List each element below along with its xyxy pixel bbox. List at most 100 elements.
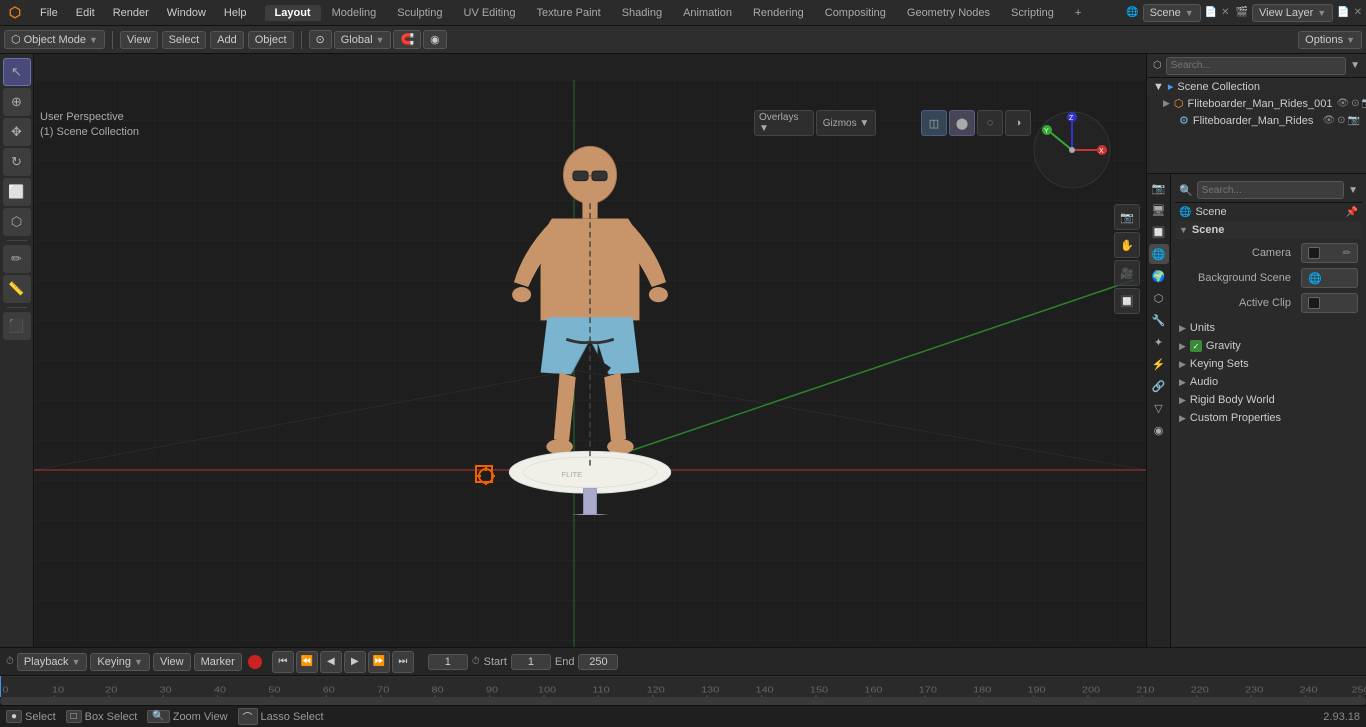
overlay-btn[interactable]: Overlays ▼ [754,110,814,136]
new-view-layer-btn[interactable]: 📄 [1337,7,1349,18]
menu-help[interactable]: Help [216,5,255,21]
props-view-layer-icon[interactable]: 🔲 [1149,222,1169,242]
tool-select[interactable]: ↖ [3,58,31,86]
options-btn[interactable]: Options ▼ [1298,31,1362,49]
delete-scene-btn[interactable]: ✕ [1221,7,1229,18]
tool-add[interactable]: ⬛ [3,312,31,340]
props-data-icon[interactable]: ▽ [1149,398,1169,418]
view-menu[interactable]: View [120,31,158,49]
transform-space[interactable]: Global ▼ [334,31,392,49]
start-frame-input[interactable] [511,654,551,670]
camera-value[interactable]: ✏ [1301,243,1358,263]
render-preview-btn[interactable]: 🔲 [1114,288,1140,314]
props-render-icon[interactable]: 📷 [1149,178,1169,198]
props-material-icon[interactable]: ◉ [1149,420,1169,440]
viewport[interactable]: User Perspective (1) Scene Collection [34,54,1146,647]
outliner-filter-icon[interactable]: ▼ [1350,60,1360,71]
props-scene-icon[interactable]: 🌐 [1149,244,1169,264]
menu-render[interactable]: Render [105,5,157,21]
tab-uv-editing[interactable]: UV Editing [454,5,526,21]
mode-selector[interactable]: ⬡ Object Mode ▼ [4,30,105,49]
tab-modeling[interactable]: Modeling [322,5,387,21]
menu-file[interactable]: File [32,5,66,21]
marker-btn[interactable]: Marker [194,653,242,671]
material-btn[interactable]: ◌ [977,110,1003,136]
outliner-item-0[interactable]: ▶ ⬡ Fliteboarder_Man_Rides_001 👁 ⊙ 📷 [1147,95,1366,112]
snap-btn[interactable]: 🧲 [393,30,421,49]
props-constraints-icon[interactable]: 🔗 [1149,376,1169,396]
props-world-icon[interactable]: 🌍 [1149,266,1169,286]
end-frame-input[interactable] [578,654,618,670]
timeline-ruler[interactable]: 0 10 20 30 40 50 60 70 80 [0,676,1366,705]
proportional-edit[interactable]: ◉ [423,30,447,49]
tool-rotate[interactable]: ↻ [3,148,31,176]
playback-btn[interactable]: Playback ▼ [17,653,88,671]
prev-keyframe-btn[interactable]: ⏪ [296,651,318,673]
timeline-scrollbar-thumb[interactable] [0,697,1366,705]
keying-sets-section[interactable]: ▶ Keying Sets [1175,355,1362,373]
tool-measure[interactable]: 📏 [3,275,31,303]
tab-compositing[interactable]: Compositing [815,5,896,21]
tool-move[interactable]: ✥ [3,118,31,146]
play-reverse-btn[interactable]: ◀ [320,651,342,673]
props-object-icon[interactable]: ⬡ [1149,288,1169,308]
item-vis-icon-1[interactable]: 👁 [1322,115,1335,126]
tab-scripting[interactable]: Scripting [1001,5,1064,21]
new-scene-btn[interactable]: 📄 [1205,7,1217,18]
object-menu[interactable]: Object [248,31,294,49]
item-vis-icon[interactable]: 👁 [1336,98,1349,109]
camera-view-btn[interactable]: 📷 [1114,204,1140,230]
blender-logo[interactable]: ⬡ [4,2,26,24]
view-btn[interactable]: View [153,653,191,671]
select-menu[interactable]: Select [162,31,207,49]
item-ren-icon[interactable]: 📷 [1362,98,1366,109]
outliner-mode-icon[interactable]: ⬡ [1153,60,1162,71]
timeline-scrollbar[interactable] [0,697,1366,705]
props-output-icon[interactable]: 🖥 [1149,200,1169,220]
tool-cursor[interactable]: ⊕ [3,88,31,116]
delete-view-layer-btn[interactable]: ✕ [1354,7,1362,18]
solid-btn[interactable]: ⬤ [949,110,975,136]
gravity-checkbox[interactable]: ✓ [1190,340,1202,352]
bg-scene-value[interactable]: 🌐 [1301,268,1358,288]
tab-geometry-nodes[interactable]: Geometry Nodes [897,5,1000,21]
active-clip-value[interactable] [1301,293,1358,313]
tab-rendering[interactable]: Rendering [743,5,814,21]
rendered-btn[interactable]: ◑ [1005,110,1031,136]
record-btn[interactable] [248,655,262,669]
tab-layout[interactable]: Layout [265,5,321,21]
props-scene-section[interactable]: ▼ Scene [1175,221,1362,239]
item-ren-icon-1[interactable]: 📷 [1348,115,1360,126]
camera-lock-btn[interactable]: 🎥 [1114,260,1140,286]
play-btn[interactable]: ▶ [344,651,366,673]
audio-section[interactable]: ▶ Audio [1175,373,1362,391]
props-physics-icon[interactable]: ⚡ [1149,354,1169,374]
custom-props-section[interactable]: ▶ Custom Properties [1175,409,1362,427]
tool-annotate[interactable]: ✏ [3,245,31,273]
props-modifier-icon[interactable]: 🔧 [1149,310,1169,330]
tool-transform[interactable]: ⬡ [3,208,31,236]
hand-tool-btn[interactable]: ✋ [1114,232,1140,258]
tab-shading[interactable]: Shading [612,5,672,21]
gizmos-btn[interactable]: Gizmos ▼ [816,110,876,136]
menu-edit[interactable]: Edit [68,5,103,21]
outliner-search[interactable] [1166,57,1346,75]
keying-btn[interactable]: Keying ▼ [90,653,150,671]
outliner-item-1[interactable]: ⚙ Fliteboarder_Man_Rides 👁 ⊙ 📷 [1147,112,1366,129]
tab-sculpting[interactable]: Sculpting [387,5,452,21]
view-layer-selector[interactable]: View Layer ▼ [1252,4,1333,22]
add-menu[interactable]: Add [210,31,244,49]
menu-window[interactable]: Window [159,5,214,21]
tab-texture-paint[interactable]: Texture Paint [526,5,610,21]
jump-end-btn[interactable]: ⏭ [392,651,414,673]
gravity-section[interactable]: ▶ ✓ Gravity [1175,337,1362,355]
scene-pin-icon[interactable]: 📌 [1346,207,1358,218]
props-scene-header[interactable]: 🌐 Scene 📌 [1175,203,1362,221]
scene-selector[interactable]: Scene ▼ [1143,4,1201,22]
wireframe-btn[interactable]: ◫ [921,110,947,136]
rigid-body-section[interactable]: ▶ Rigid Body World [1175,391,1362,409]
next-keyframe-btn[interactable]: ⏩ [368,651,390,673]
item-sel-icon[interactable]: ⊙ [1351,98,1359,109]
units-section[interactable]: ▶ Units [1175,319,1362,337]
props-particles-icon[interactable]: ✦ [1149,332,1169,352]
